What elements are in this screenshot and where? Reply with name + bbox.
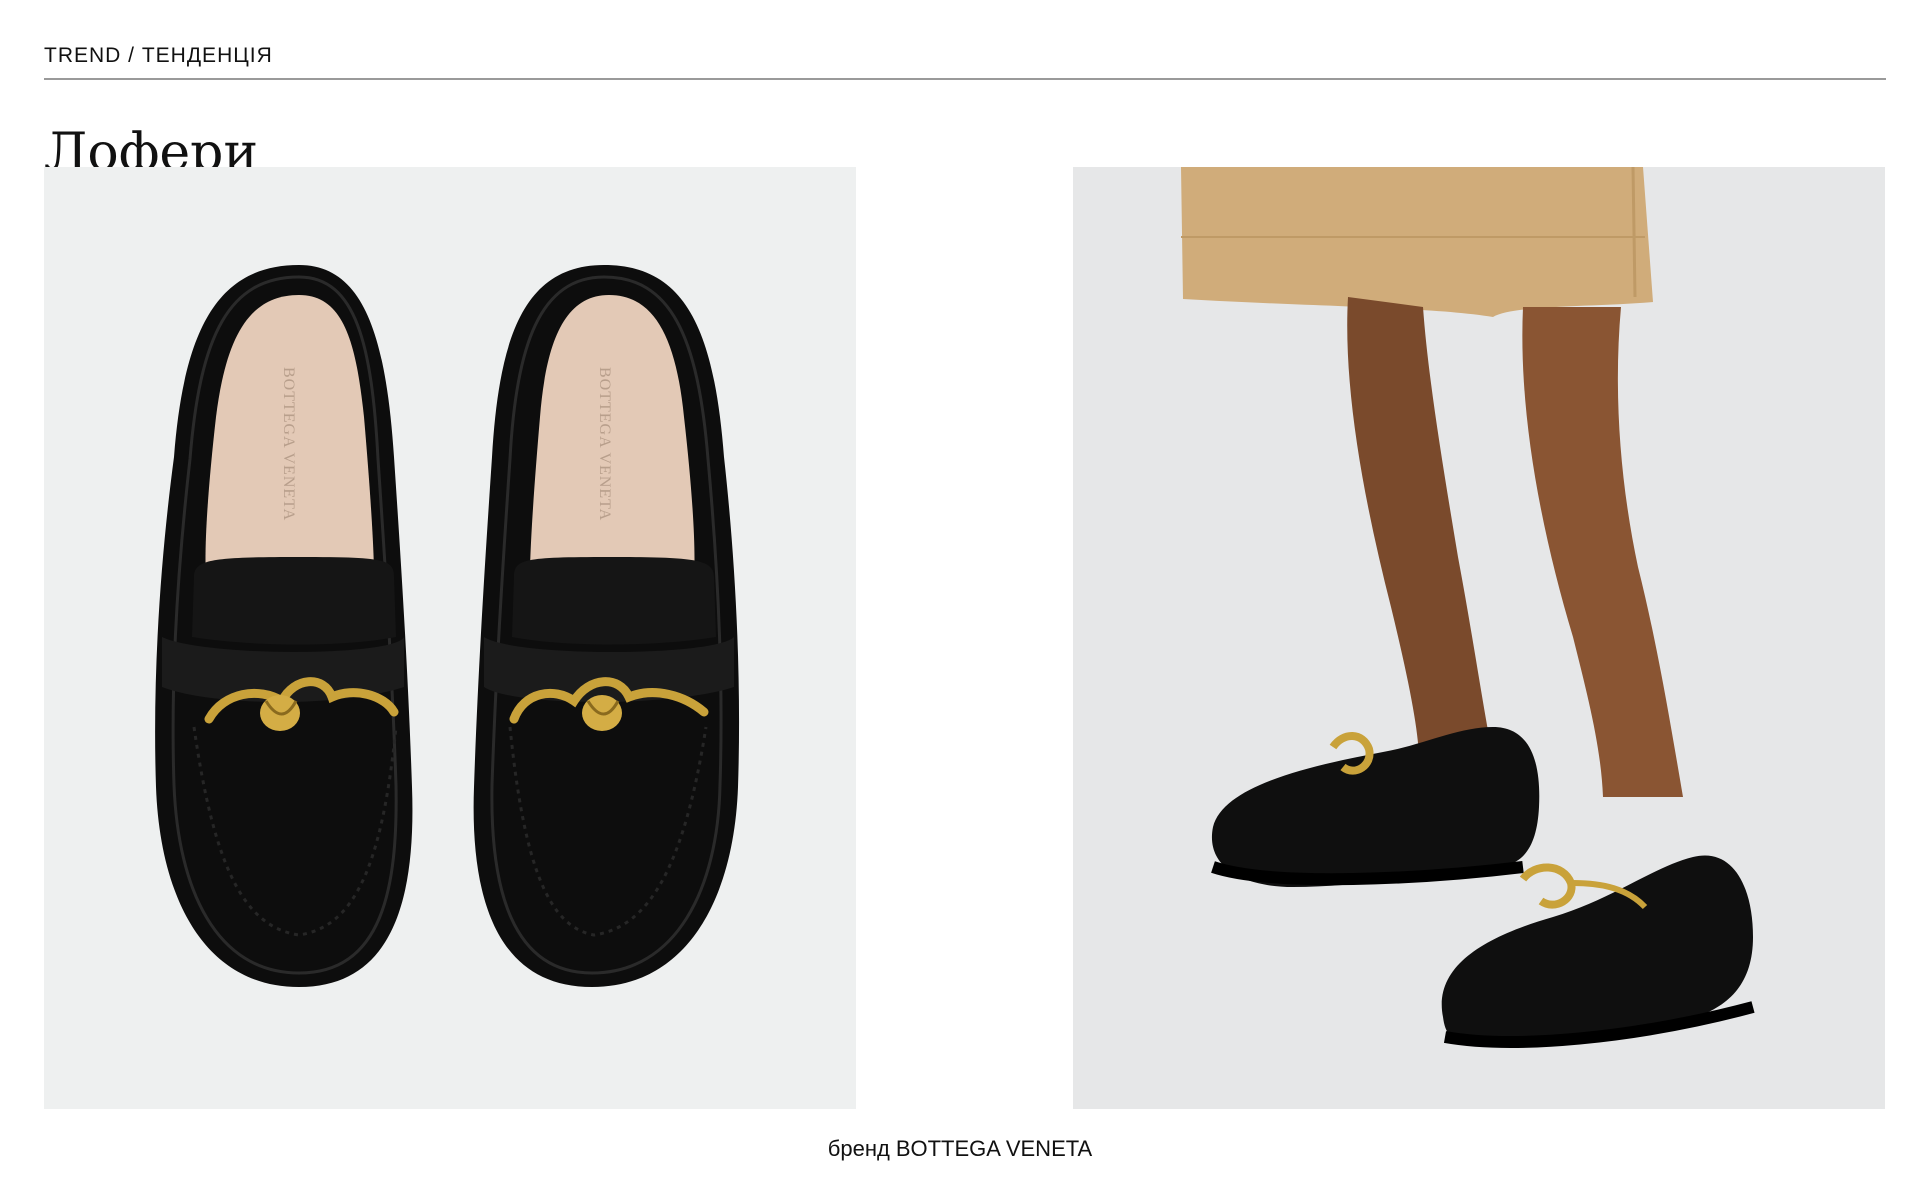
loafers-worn-illustration: [1181, 167, 1755, 1048]
back-loafer: [1211, 727, 1540, 887]
right-loafer: BOTTEGA VENETA: [473, 265, 740, 987]
loafers-top-view-illustration: BOTTEGA VENETA BOTTEGA VENETA: [155, 265, 740, 987]
skirt: [1181, 167, 1653, 317]
left-loafer: BOTTEGA VENETA: [155, 265, 413, 987]
leg-back: [1347, 297, 1493, 757]
brand-name: BOTTEGA VENETA: [895, 1136, 1093, 1161]
insole-logo-right: BOTTEGA VENETA: [596, 367, 613, 521]
header-divider: [44, 78, 1886, 80]
product-photo-worn: [1073, 167, 1885, 1109]
caption-prefix: бренд: [827, 1136, 890, 1161]
caption: бренд BOTTEGA VENETA: [0, 1136, 1920, 1162]
product-photo-top-view: BOTTEGA VENETA BOTTEGA VENETA: [44, 167, 856, 1109]
trend-kicker: TREND / ТЕНДЕНЦІЯ: [44, 44, 273, 67]
insole-logo-left: BOTTEGA VENETA: [280, 367, 297, 521]
leg-front: [1522, 307, 1683, 797]
